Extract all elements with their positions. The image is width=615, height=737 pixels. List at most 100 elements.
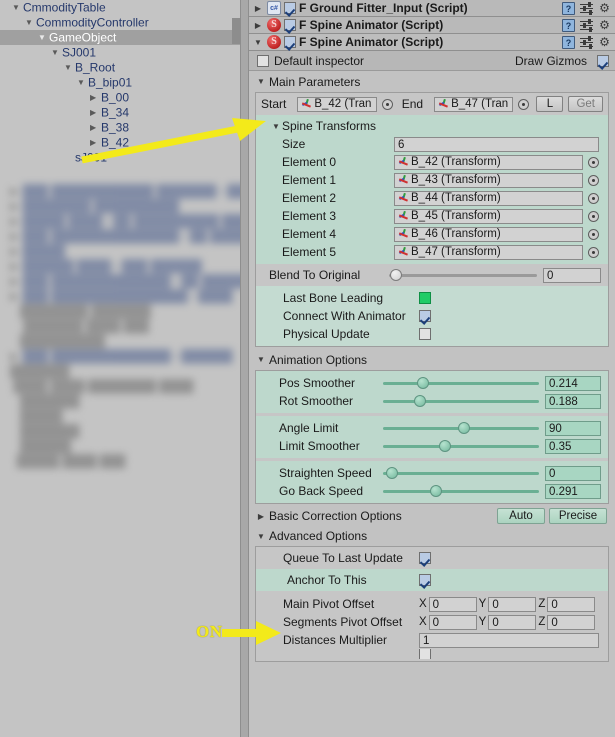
chevron-right-icon[interactable]: ▶ xyxy=(90,135,101,150)
slider-value[interactable]: 0 xyxy=(545,465,601,481)
chevron-down-icon[interactable]: ▼ xyxy=(64,60,75,75)
end-object-picker-icon[interactable] xyxy=(518,98,530,110)
start-object-picker-icon[interactable] xyxy=(381,98,393,110)
component-enabled-checkbox[interactable] xyxy=(284,2,296,14)
component-enabled-checkbox[interactable] xyxy=(284,19,296,31)
preset-icon[interactable] xyxy=(580,1,593,15)
hierarchy-item-gameobject[interactable]: ▼ GameObject xyxy=(0,30,240,45)
physical-update-checkbox[interactable] xyxy=(419,328,431,340)
auto-button[interactable]: Auto xyxy=(497,508,545,524)
slider-value[interactable]: 0.35 xyxy=(545,438,601,454)
preset-icon[interactable] xyxy=(580,18,593,32)
component-header-spine-animator-2[interactable]: ▼ S F Spine Animator (Script) ? ⚙ xyxy=(249,34,615,51)
chevron-down-icon[interactable]: ▼ xyxy=(25,15,36,30)
segments-pivot-offset-z[interactable]: 0 xyxy=(547,614,596,630)
last-bone-leading-checkbox[interactable] xyxy=(419,292,431,304)
component-enabled-checkbox[interactable] xyxy=(284,36,296,48)
chevron-right-icon[interactable]: ▶ xyxy=(255,512,267,521)
gear-icon[interactable]: ⚙ xyxy=(598,2,611,15)
size-input[interactable]: 6 xyxy=(394,136,599,152)
chevron-down-icon[interactable]: ▼ xyxy=(255,355,267,364)
component-header-ground-fitter[interactable]: ▶ c# F Ground Fitter_Input (Script) ? ⚙ xyxy=(249,0,615,17)
slider-value[interactable]: 0.291 xyxy=(545,483,601,499)
hierarchy-item-b_root[interactable]: ▼ B_Root xyxy=(0,60,240,75)
chevron-down-icon[interactable]: ▼ xyxy=(77,75,88,90)
element-object-picker-icon[interactable] xyxy=(588,192,599,204)
hierarchy-scrollbar-thumb[interactable] xyxy=(232,18,241,44)
element-object-field[interactable]: B_42 (Transform) xyxy=(394,154,583,170)
connect-with-animator-checkbox[interactable] xyxy=(419,310,431,322)
element-object-field[interactable]: B_47 (Transform) xyxy=(394,244,583,260)
distances-multiplier-input[interactable]: 1 xyxy=(419,632,599,648)
gear-icon[interactable]: ⚙ xyxy=(598,36,611,49)
hierarchy-item-sj001[interactable]: ▼ SJ001 xyxy=(0,45,240,60)
chevron-right-icon[interactable]: ▶ xyxy=(90,105,101,120)
chevron-down-icon[interactable]: ▼ xyxy=(255,77,267,86)
hierarchy-item-b_38[interactable]: ▶ B_38 xyxy=(0,120,240,135)
slider-track[interactable] xyxy=(383,439,539,453)
chevron-right-icon[interactable]: ▶ xyxy=(90,90,101,105)
slider-track[interactable] xyxy=(383,376,539,390)
blend-to-original-slider[interactable] xyxy=(389,268,537,282)
chevron-down-icon[interactable]: ▼ xyxy=(38,30,49,45)
main-pivot-offset-x[interactable]: 0 xyxy=(428,596,477,612)
hierarchy-item-sj001[interactable]: sJ001 xyxy=(0,150,240,165)
help-icon[interactable]: ? xyxy=(562,1,575,15)
hierarchy-item-b_00[interactable]: ▶ B_00 xyxy=(0,90,240,105)
element-object-field[interactable]: B_43 (Transform) xyxy=(394,172,583,188)
main-pivot-offset-z[interactable]: 0 xyxy=(547,596,596,612)
chevron-down-icon[interactable]: ▼ xyxy=(255,532,267,541)
anchor-to-this-checkbox[interactable] xyxy=(419,574,431,586)
draw-gizmos-checkbox[interactable] xyxy=(597,54,609,67)
chevron-down-icon[interactable]: ▼ xyxy=(252,38,264,47)
chevron-right-icon[interactable]: ▶ xyxy=(252,21,264,30)
segments-pivot-offset-x[interactable]: 0 xyxy=(428,614,477,630)
precise-button[interactable]: Precise xyxy=(549,508,607,524)
segments-pivot-offset-y[interactable]: 0 xyxy=(488,614,537,630)
element-object-field[interactable]: B_45 (Transform) xyxy=(394,208,583,224)
hierarchy-item-b_42[interactable]: ▶ B_42 xyxy=(0,135,240,150)
element-object-field[interactable]: B_46 (Transform) xyxy=(394,226,583,242)
slider-track[interactable] xyxy=(383,421,539,435)
clipped-checkbox[interactable] xyxy=(419,649,431,659)
slider-value[interactable]: 90 xyxy=(545,420,601,436)
element-object-picker-icon[interactable] xyxy=(588,174,599,186)
slider-track[interactable] xyxy=(383,484,539,498)
panel-divider[interactable] xyxy=(240,0,249,737)
blend-to-original-value[interactable]: 0 xyxy=(543,267,601,283)
element-object-picker-icon[interactable] xyxy=(588,246,599,258)
l-button[interactable]: L xyxy=(536,96,564,112)
hierarchy-list[interactable]: ▼ CmmodityTable ▼ CommodityController ▼ GameO… xyxy=(0,0,240,165)
main-pivot-offset-y[interactable]: 0 xyxy=(488,596,537,612)
queue-to-last-update-checkbox[interactable] xyxy=(419,552,431,564)
slider-value[interactable]: 0.188 xyxy=(545,393,601,409)
preset-icon[interactable] xyxy=(580,35,593,49)
element-object-picker-icon[interactable] xyxy=(588,210,599,222)
end-object-field[interactable]: B_47 (Tran xyxy=(434,96,514,112)
hierarchy-item-cmmoditytable[interactable]: ▼ CmmodityTable xyxy=(0,0,240,15)
component-header-spine-animator-1[interactable]: ▶ S F Spine Animator (Script) ? ⚙ xyxy=(249,17,615,34)
default-inspector-checkbox[interactable] xyxy=(257,54,269,67)
hierarchy-item-commoditycontroller[interactable]: ▼ CommodityController xyxy=(0,15,240,30)
main-parameters-header[interactable]: ▼ Main Parameters xyxy=(255,71,609,92)
animation-options-header[interactable]: ▼ Animation Options xyxy=(255,349,609,370)
advanced-options-header[interactable]: ▼ Advanced Options xyxy=(255,526,609,546)
gear-icon[interactable]: ⚙ xyxy=(598,19,611,32)
hierarchy-item-b_bip01[interactable]: ▼ B_bip01 xyxy=(0,75,240,90)
chevron-right-icon[interactable]: ▶ xyxy=(252,4,264,13)
basic-correction-options-header[interactable]: ▶ Basic Correction Options Auto Precise xyxy=(255,506,609,526)
element-object-picker-icon[interactable] xyxy=(588,228,599,240)
chevron-right-icon[interactable]: ▶ xyxy=(90,120,101,135)
help-icon[interactable]: ? xyxy=(562,18,575,32)
spine-transforms-header[interactable]: ▼ Spine Transforms xyxy=(256,117,608,135)
slider-value[interactable]: 0.214 xyxy=(545,375,601,391)
slider-track[interactable] xyxy=(383,466,539,480)
chevron-down-icon[interactable]: ▼ xyxy=(12,0,23,15)
chevron-down-icon[interactable]: ▼ xyxy=(51,45,62,60)
chevron-down-icon[interactable]: ▼ xyxy=(270,122,282,131)
inspector-panel[interactable]: ▶ c# F Ground Fitter_Input (Script) ? ⚙ … xyxy=(249,0,615,737)
element-object-field[interactable]: B_44 (Transform) xyxy=(394,190,583,206)
get-button[interactable]: Get xyxy=(568,96,604,112)
element-object-picker-icon[interactable] xyxy=(588,156,599,168)
slider-track[interactable] xyxy=(383,394,539,408)
